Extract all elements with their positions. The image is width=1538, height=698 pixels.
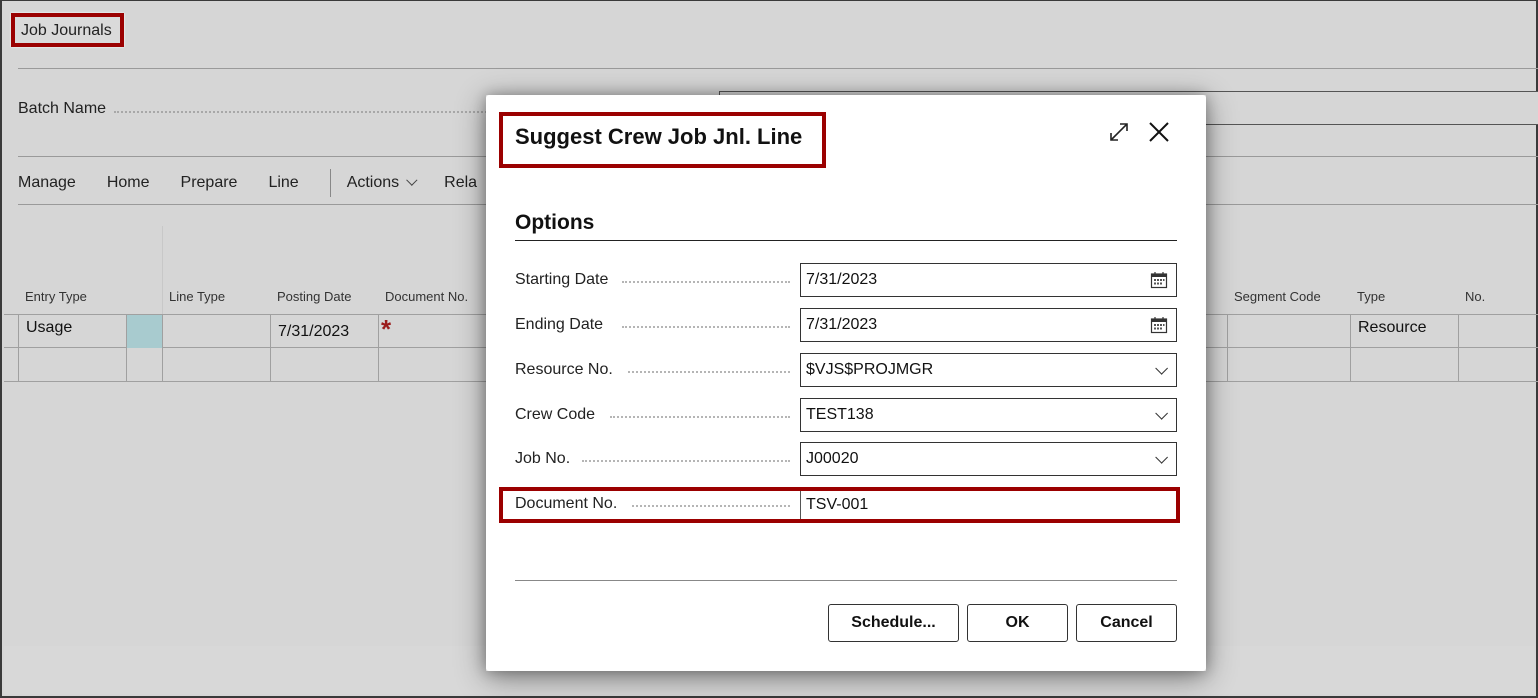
grid-col-line (1350, 314, 1351, 381)
dialog-footer-rule (515, 580, 1177, 581)
col-header-type[interactable]: Type (1357, 289, 1385, 304)
leader-dots (622, 326, 790, 328)
resource-no-label: Resource No. (515, 361, 613, 378)
action-line[interactable]: Line (268, 174, 298, 192)
cell-type[interactable]: Resource (1358, 319, 1426, 337)
cell-posting-date[interactable]: 7/31/2023 (278, 323, 349, 341)
ok-button[interactable]: OK (967, 604, 1068, 642)
chevron-down-icon[interactable] (1142, 399, 1176, 431)
grid-col-line (378, 314, 379, 381)
resource-no-value: $VJS$PROJMGR (806, 361, 934, 378)
action-prepare[interactable]: Prepare (181, 174, 238, 192)
row-selector-cell[interactable] (127, 315, 162, 348)
col-header-posting-date[interactable]: Posting Date (277, 289, 351, 304)
leader-dots (632, 505, 790, 507)
expand-icon[interactable] (1108, 121, 1130, 143)
starting-date-label: Starting Date (515, 271, 609, 288)
action-bar: Manage Home Prepare Line Actions Rela (18, 169, 508, 197)
col-header-segment-code[interactable]: Segment Code (1234, 289, 1321, 304)
job-no-dropdown[interactable]: J00020 (800, 442, 1177, 476)
starting-date-field[interactable]: 7/31/2023 (800, 263, 1177, 297)
action-separator (329, 169, 331, 197)
crew-code-value: TEST138 (806, 406, 874, 423)
grid-col-line (1458, 314, 1459, 381)
leader-dots (582, 460, 790, 462)
starting-date-value: 7/31/2023 (806, 271, 878, 288)
cancel-button[interactable]: Cancel (1076, 604, 1177, 642)
col-header-document-no[interactable]: Document No. (385, 289, 468, 304)
title-divider (18, 68, 1538, 69)
batch-name-label: Batch Name (18, 100, 107, 117)
action-manage[interactable]: Manage (18, 174, 76, 192)
chevron-down-icon (406, 174, 418, 186)
col-header-line-type[interactable]: Line Type (169, 289, 225, 304)
options-section-title: Options (515, 211, 595, 234)
action-home[interactable]: Home (107, 174, 150, 192)
schedule-button[interactable]: Schedule... (828, 604, 959, 642)
options-section-rule (515, 240, 1177, 241)
chevron-down-icon[interactable] (1142, 354, 1176, 386)
close-icon[interactable] (1147, 120, 1171, 144)
grid-col-line (18, 314, 19, 381)
job-no-value: J00020 (806, 450, 859, 467)
dialog-title-highlight: Suggest Crew Job Jnl. Line (499, 112, 826, 168)
crew-code-dropdown[interactable]: TEST138 (800, 398, 1177, 432)
batch-name-leader-dots (114, 111, 494, 113)
col-header-no[interactable]: No. (1465, 289, 1485, 304)
crew-code-label: Crew Code (515, 406, 596, 423)
col-header-entry-type[interactable]: Entry Type (25, 289, 87, 304)
ending-date-label: Ending Date (515, 316, 604, 333)
job-no-label: Job No. (515, 450, 571, 467)
action-actions-menu[interactable]: Actions (346, 174, 418, 192)
calendar-icon[interactable] (1142, 309, 1176, 341)
leader-dots (622, 281, 790, 283)
action-related[interactable]: Rela (444, 174, 477, 192)
frozen-column-divider (162, 226, 163, 314)
document-no-label: Document No. (515, 495, 618, 512)
page-title-highlight: Job Journals (11, 13, 124, 47)
resource-no-dropdown[interactable]: $VJS$PROJMGR (800, 353, 1177, 387)
required-field-marker: * (381, 314, 392, 344)
chevron-down-icon[interactable] (1142, 443, 1176, 475)
document-no-input[interactable]: TSV-001 (800, 491, 1173, 519)
grid-col-line (162, 314, 163, 381)
leader-dots (628, 371, 790, 373)
cell-entry-type[interactable]: Usage (26, 319, 72, 337)
grid-col-line (1227, 314, 1228, 381)
ending-date-field[interactable]: 7/31/2023 (800, 308, 1177, 342)
actions-label: Actions (346, 174, 400, 191)
grid-col-line (270, 314, 271, 381)
dialog-title: Suggest Crew Job Jnl. Line (515, 124, 803, 149)
suggest-crew-dialog: Suggest Crew Job Jnl. Line Options Start… (486, 95, 1206, 671)
ending-date-value: 7/31/2023 (806, 316, 878, 333)
page-title: Job Journals (21, 22, 112, 39)
document-no-value: TSV-001 (806, 496, 869, 513)
leader-dots (610, 416, 790, 418)
calendar-icon[interactable] (1142, 264, 1176, 296)
